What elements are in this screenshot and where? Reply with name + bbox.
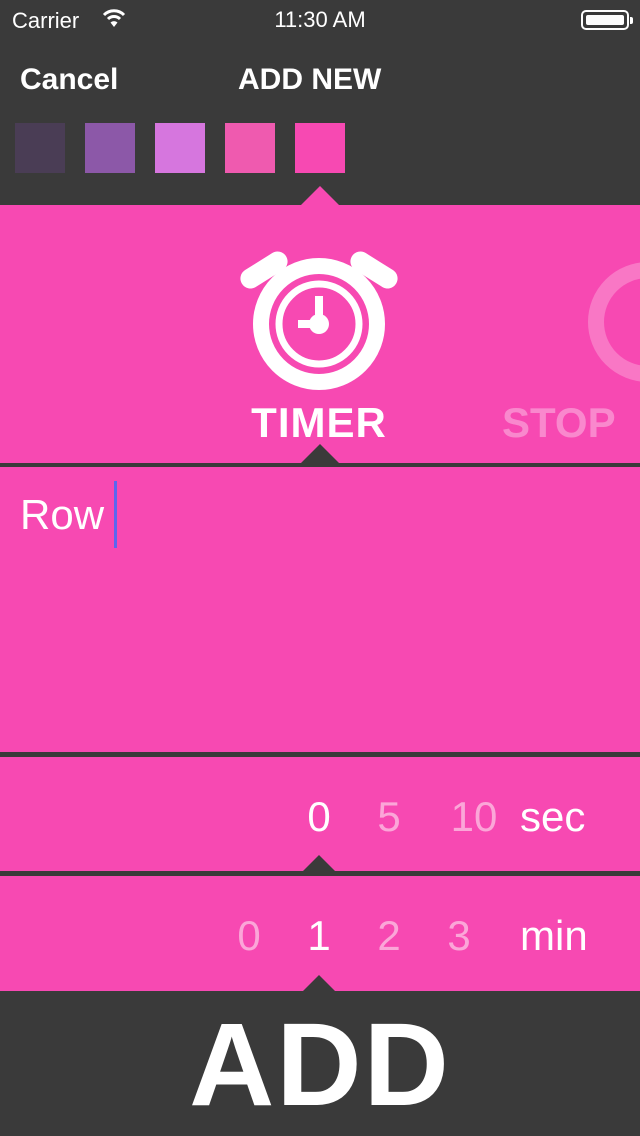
seconds-selection-pointer [299, 855, 339, 875]
status-bar: Carrier 11:30 AM [0, 0, 640, 40]
minutes-option[interactable]: 3 [434, 911, 484, 961]
minutes-option[interactable]: 2 [364, 911, 414, 961]
add-button[interactable]: ADD [0, 1000, 640, 1136]
seconds-option[interactable]: 5 [364, 792, 414, 842]
stopwatch-icon[interactable] [588, 262, 640, 382]
page-title: ADD NEW [238, 63, 382, 96]
icon-label-stop: STOP [502, 399, 616, 446]
minutes-selection-pointer [299, 975, 339, 995]
color-swatch[interactable] [85, 123, 135, 173]
color-swatch[interactable] [15, 123, 65, 173]
alarm-clock-icon[interactable] [236, 238, 402, 390]
minutes-option[interactable]: 1 [294, 911, 344, 961]
color-swatch[interactable] [155, 123, 205, 173]
icon-label-timer: TIMER [251, 399, 387, 446]
seconds-option[interactable]: 0 [294, 792, 344, 842]
text-cursor [114, 481, 117, 548]
swatch-selection-pointer [300, 186, 340, 206]
battery-icon [581, 10, 633, 30]
status-time: 11:30 AM [274, 7, 366, 32]
minutes-unit-label: min [520, 912, 588, 959]
minutes-option[interactable]: 0 [224, 911, 274, 961]
seconds-unit-label: sec [520, 793, 586, 840]
color-swatch[interactable] [225, 123, 275, 173]
cancel-button[interactable]: Cancel [20, 60, 118, 100]
name-input[interactable] [20, 490, 600, 540]
icon-selection-pointer [300, 444, 340, 464]
color-swatch-selected[interactable] [295, 123, 345, 173]
seconds-option[interactable]: 10 [434, 792, 514, 842]
